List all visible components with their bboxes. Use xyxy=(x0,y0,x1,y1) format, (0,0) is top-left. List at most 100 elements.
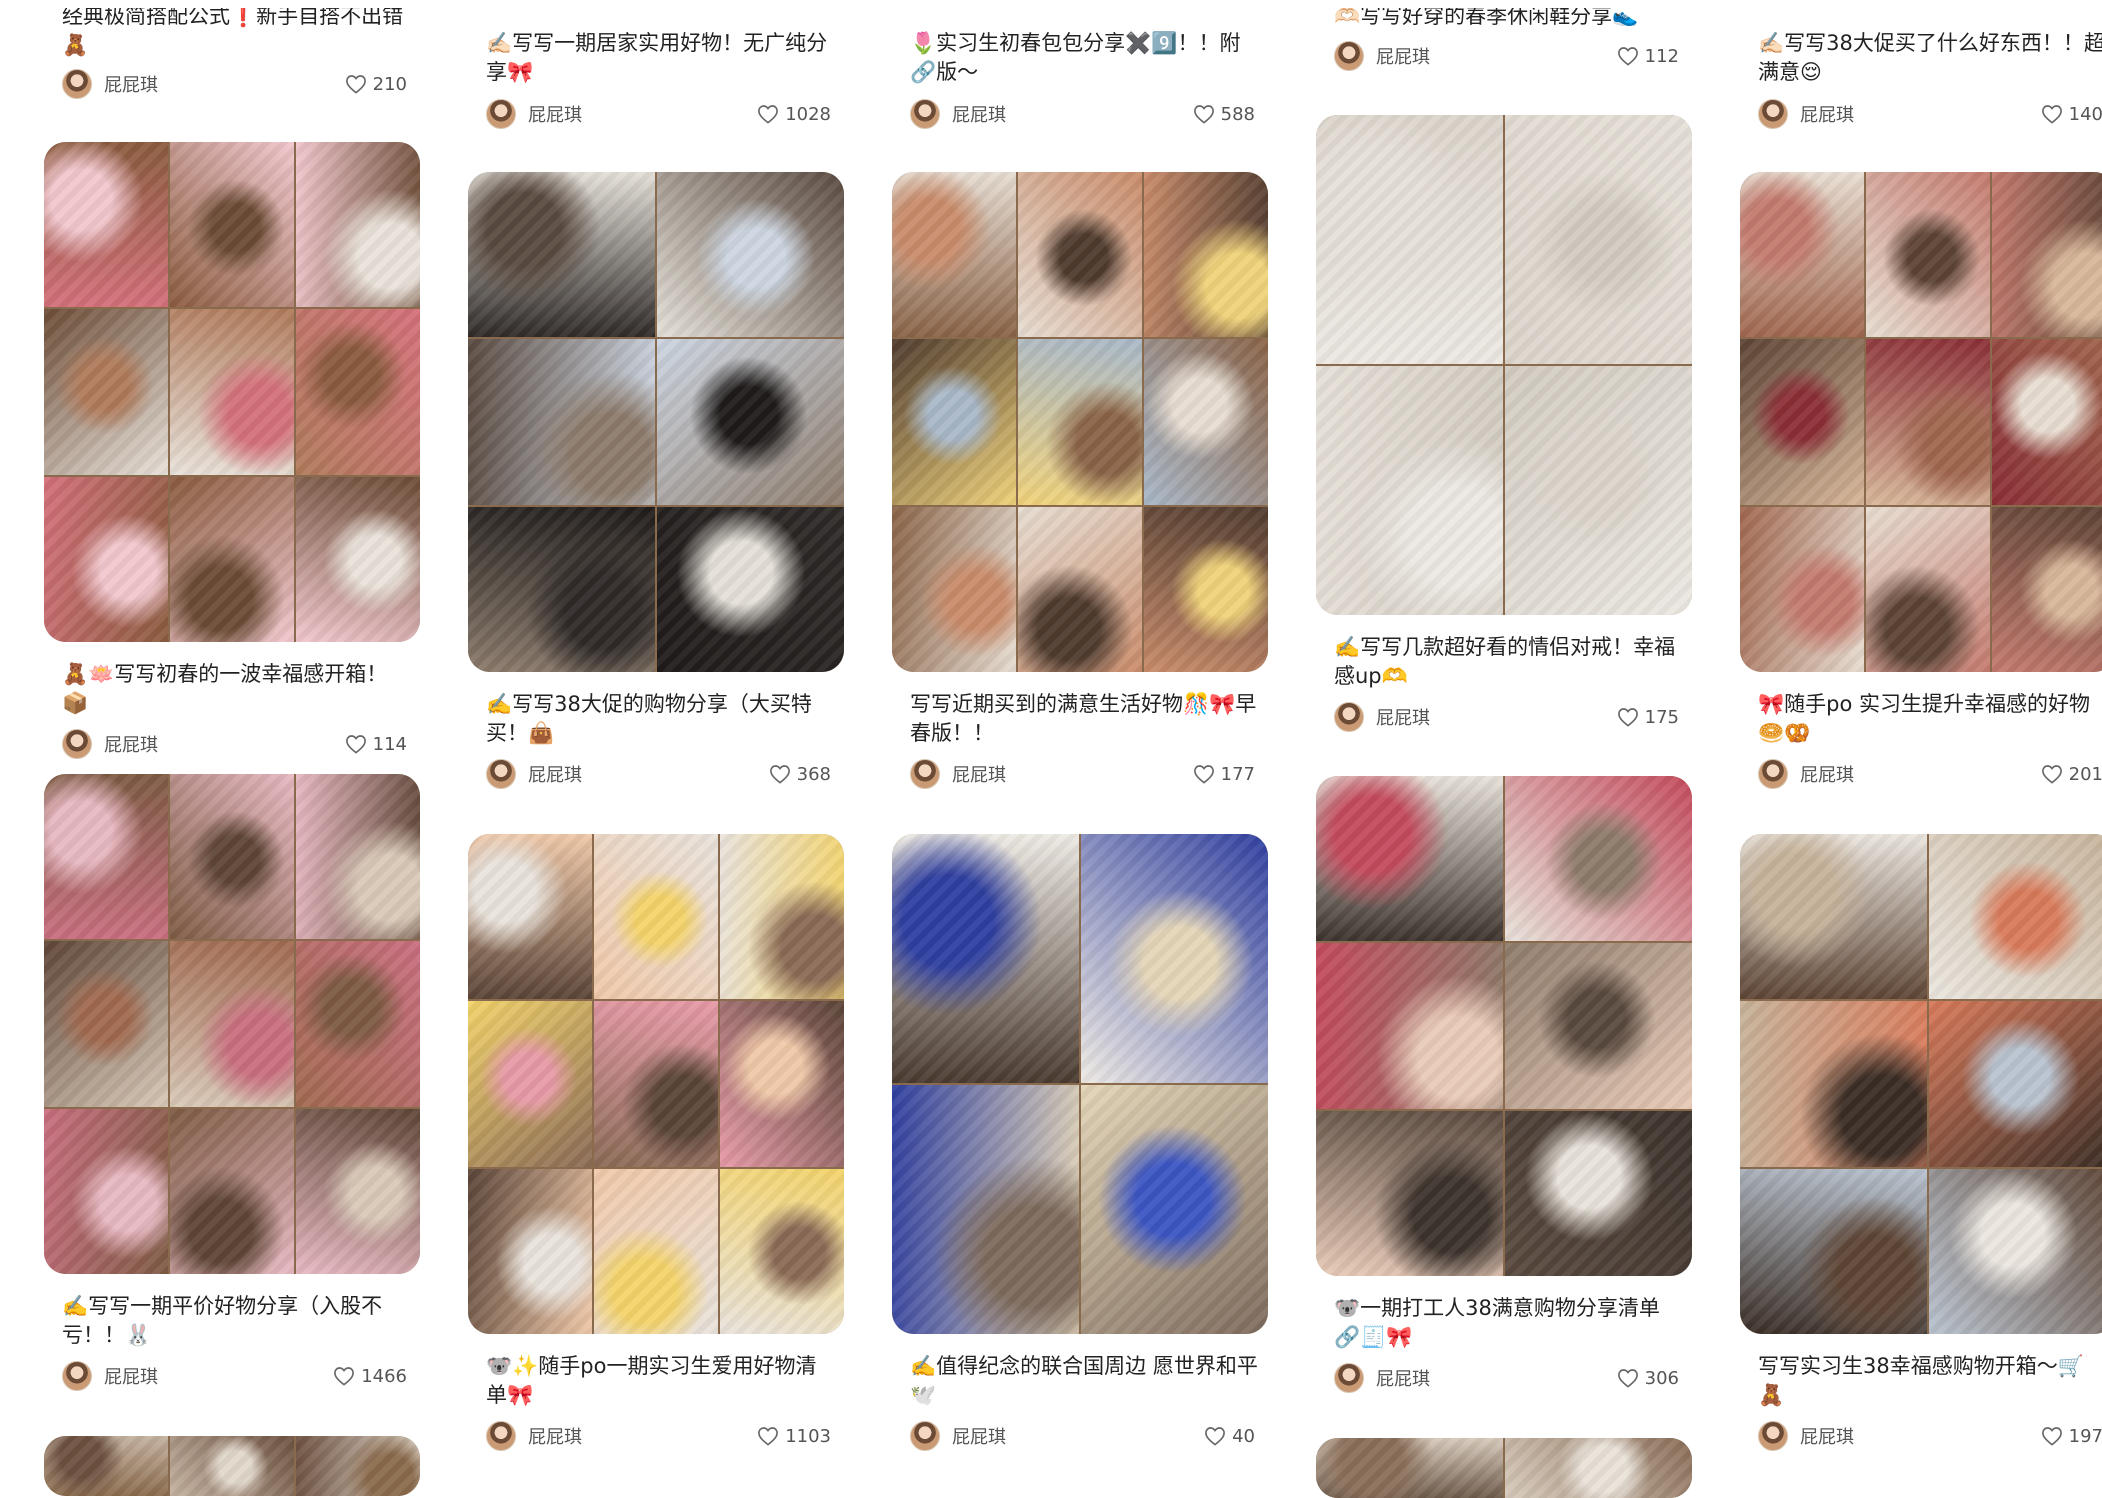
note-cover-image[interactable] xyxy=(44,1436,420,1496)
note-cover-image[interactable] xyxy=(1316,1438,1692,1498)
note-meta: 屁屁琪 40 xyxy=(910,1420,1255,1452)
note-cover-image[interactable] xyxy=(468,172,844,672)
note-title[interactable]: ✍️写写一期平价好物分享（入股不亏！！🐰 xyxy=(62,1292,412,1350)
note-title[interactable]: ✍🏻写写一期居家实用好物！无广纯分享🎀 xyxy=(486,29,836,87)
collage-photo xyxy=(1929,834,2102,1000)
author-name: 屁屁琪 xyxy=(1376,47,1430,68)
note-meta: 屁屁琪 210 xyxy=(62,68,407,100)
collage-photo xyxy=(44,1108,168,1274)
like-button[interactable]: 140 xyxy=(2041,104,2102,125)
heart-icon xyxy=(758,105,779,124)
note-cover-image[interactable] xyxy=(1740,172,2102,672)
author-info[interactable]: 屁屁琪 xyxy=(1758,99,1854,129)
author-name: 屁屁琪 xyxy=(528,105,582,126)
note-cover-image[interactable] xyxy=(892,834,1268,1334)
collage-photo xyxy=(44,142,168,308)
author-info[interactable]: 屁屁琪 xyxy=(1758,759,1854,789)
avatar xyxy=(910,99,940,129)
note-title[interactable]: ✍️写写38大促的购物分享（大买特买！👜 xyxy=(486,690,836,748)
like-button[interactable]: 588 xyxy=(1193,104,1255,125)
note-cover-image[interactable] xyxy=(44,774,420,1274)
heart-icon xyxy=(769,765,790,784)
collage-photo xyxy=(296,476,420,642)
author-name: 屁屁琪 xyxy=(952,1427,1006,1448)
author-info[interactable]: 屁屁琪 xyxy=(910,99,1006,129)
note-cover-image[interactable] xyxy=(1316,776,1692,1276)
note-title[interactable]: 写写近期买到的满意生活好物🎊🎀早春版！！ xyxy=(910,690,1260,748)
author-info[interactable]: 屁屁琪 xyxy=(62,1361,158,1391)
note-meta: 屁屁琪 197 xyxy=(1758,1420,2102,1452)
like-button[interactable]: 112 xyxy=(1617,46,1679,67)
like-count: 197 xyxy=(2068,1425,2102,1447)
author-info[interactable]: 屁屁琪 xyxy=(1334,41,1430,71)
note-title[interactable]: 🎀随手po 实习生提升幸福感的好物🥯🥨 xyxy=(1758,690,2102,748)
collage-photo xyxy=(296,142,420,308)
like-count: 368 xyxy=(796,763,831,785)
like-button[interactable]: 306 xyxy=(1617,1368,1679,1389)
like-count: 140 xyxy=(2068,103,2102,125)
note-title[interactable]: 🧸🪷写写初春的一波幸福感开箱！📦 xyxy=(62,660,412,718)
like-button[interactable]: 197 xyxy=(2041,1426,2102,1447)
like-button[interactable]: 1028 xyxy=(757,104,831,125)
collage-photo xyxy=(170,142,294,308)
like-button[interactable]: 114 xyxy=(345,734,407,755)
collage-photo xyxy=(170,309,294,475)
collage-photo xyxy=(1144,506,1268,672)
note-cover-image[interactable] xyxy=(1740,834,2102,1334)
author-info[interactable]: 屁屁琪 xyxy=(910,1421,1006,1451)
collage-photo xyxy=(657,172,844,338)
author-info[interactable]: 屁屁琪 xyxy=(486,99,582,129)
note-cover-image[interactable] xyxy=(892,172,1268,672)
like-button[interactable]: 175 xyxy=(1617,707,1679,728)
note-title[interactable]: 经典极简搭配公式❗新手自搭不出错🧸 xyxy=(62,8,412,58)
collage-photo xyxy=(1018,172,1142,338)
heart-icon xyxy=(2041,105,2062,124)
author-info[interactable]: 屁屁琪 xyxy=(486,1421,582,1451)
like-count: 114 xyxy=(372,733,407,755)
note-title[interactable]: ✍️写写几款超好看的情侣对戒！幸福感up🫶 xyxy=(1334,633,1684,691)
note-cover-image[interactable] xyxy=(44,142,420,642)
heart-icon xyxy=(1617,708,1638,727)
like-button[interactable]: 1466 xyxy=(333,1366,407,1387)
like-button[interactable]: 177 xyxy=(1193,764,1255,785)
avatar xyxy=(1334,41,1364,71)
avatar xyxy=(62,729,92,759)
author-info[interactable]: 屁屁琪 xyxy=(1334,702,1430,732)
like-button[interactable]: 1103 xyxy=(757,1426,831,1447)
note-cover-image[interactable] xyxy=(1316,115,1692,615)
collage-photo xyxy=(1316,1438,1503,1498)
like-button[interactable]: 40 xyxy=(1204,1426,1255,1447)
author-info[interactable]: 屁屁琪 xyxy=(62,729,158,759)
collage-photo xyxy=(1929,1001,2102,1167)
note-title[interactable]: 🐨一期打工人38满意购物分享清单🔗🧾🎀 xyxy=(1334,1294,1684,1352)
avatar xyxy=(486,1421,516,1451)
like-button[interactable]: 201 xyxy=(2041,764,2102,785)
note-title[interactable]: ✍🏻写写38大促买了什么好东西！！超满意😌 xyxy=(1758,29,2102,87)
author-name: 屁屁琪 xyxy=(1376,1369,1430,1390)
note-title[interactable]: ✍️值得纪念的联合国周边 愿世界和平🕊️ xyxy=(910,1352,1260,1410)
collage-photo xyxy=(1505,366,1692,615)
heart-icon xyxy=(345,735,366,754)
collage-photo xyxy=(468,339,655,505)
collage-photo xyxy=(296,774,420,940)
author-info[interactable]: 屁屁琪 xyxy=(62,69,158,99)
author-info[interactable]: 屁屁琪 xyxy=(910,759,1006,789)
like-button[interactable]: 368 xyxy=(769,764,831,785)
like-count: 210 xyxy=(372,73,407,95)
note-title[interactable]: 🫶🏻写写好穿的春季休闲鞋分享👟 xyxy=(1334,8,1684,26)
author-info[interactable]: 屁屁琪 xyxy=(1334,1363,1430,1393)
collage-photo xyxy=(296,1108,420,1274)
note-cover-image[interactable] xyxy=(468,834,844,1334)
author-info[interactable]: 屁屁琪 xyxy=(486,759,582,789)
like-count: 1103 xyxy=(785,1425,831,1447)
note-title[interactable]: 写写实习生38幸福感购物开箱～🛒🧸 xyxy=(1758,1352,2102,1410)
author-info[interactable]: 屁屁琪 xyxy=(1758,1421,1854,1451)
note-title[interactable]: 🐨✨随手po一期实习生爱用好物清单🎀 xyxy=(486,1352,836,1410)
collage-photo xyxy=(1144,339,1268,505)
collage-photo xyxy=(892,339,1016,505)
avatar xyxy=(1758,99,1788,129)
avatar xyxy=(62,69,92,99)
like-button[interactable]: 210 xyxy=(345,74,407,95)
collage-photo xyxy=(892,1085,1079,1334)
note-title[interactable]: 🌷实习生初春包包分享✖️9️⃣！！附🔗版～ xyxy=(910,29,1260,87)
